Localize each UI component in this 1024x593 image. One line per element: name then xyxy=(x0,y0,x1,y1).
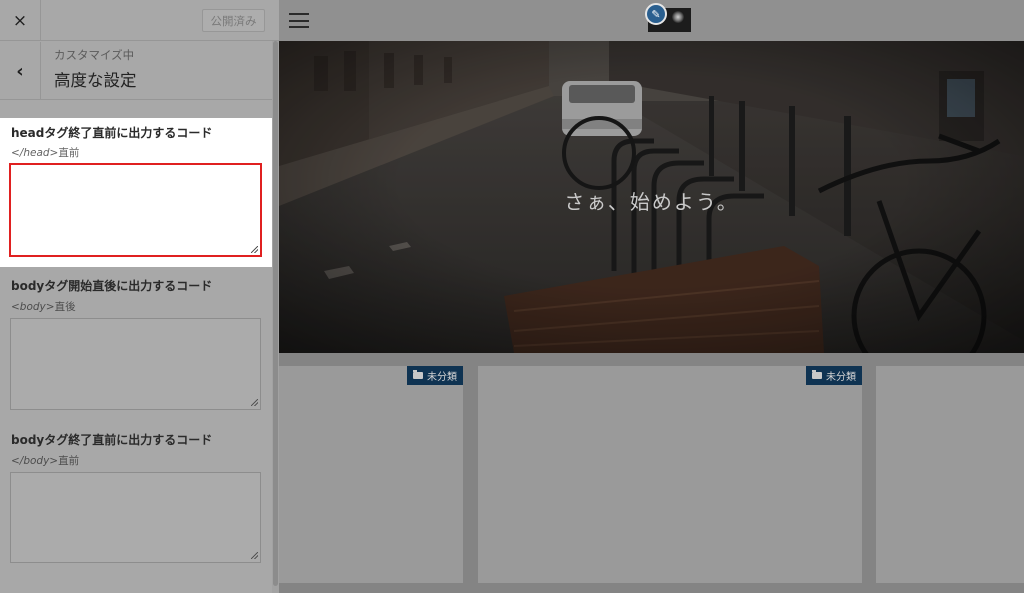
category-label: 未分類 xyxy=(826,372,856,383)
post-card[interactable] xyxy=(876,366,1024,583)
chevron-left-icon: ‹ xyxy=(16,60,24,82)
close-icon: × xyxy=(12,10,28,31)
sidebar-scrollbar[interactable] xyxy=(272,41,279,593)
site-header: ✎ xyxy=(279,0,1024,41)
close-customizer-button[interactable]: × xyxy=(0,0,41,41)
field-suffix: 直前 xyxy=(58,147,80,159)
field-head-code: headタグ終了直前に出力するコード </head>直前 xyxy=(0,118,272,267)
customizer-topbar: × 公開済み xyxy=(0,0,279,41)
post-card[interactable]: 未分類 xyxy=(279,366,463,583)
field-description: <body>直後 xyxy=(11,299,76,314)
field-tag: </body> xyxy=(11,455,59,467)
head-code-textarea[interactable] xyxy=(9,163,262,257)
section-header: ‹ カスタマイズ中 高度な設定 xyxy=(0,42,279,100)
resize-grip-icon[interactable] xyxy=(251,246,258,253)
menu-icon[interactable] xyxy=(289,13,309,28)
category-label: 未分類 xyxy=(427,372,457,383)
field-label: headタグ終了直前に出力するコード xyxy=(11,126,213,140)
site-preview: ✎ さぁ、始めよう。 未分類 未分類 xyxy=(279,0,1024,593)
field-body-open-code: bodyタグ開始直後に出力するコード <body>直後 xyxy=(0,270,272,415)
folder-icon xyxy=(413,370,423,379)
back-button[interactable]: ‹ xyxy=(0,42,41,100)
field-description: </body>直前 xyxy=(11,453,79,468)
pencil-icon[interactable]: ✎ xyxy=(645,3,667,25)
field-tag: </head> xyxy=(11,147,59,159)
body-open-code-textarea[interactable] xyxy=(10,318,261,410)
publish-button[interactable]: 公開済み xyxy=(202,9,265,32)
field-tag: <body> xyxy=(11,301,55,313)
body-close-code-textarea[interactable] xyxy=(10,472,261,563)
hero-text: さぁ、始めよう。 xyxy=(564,190,739,214)
field-label: bodyタグ終了直前に出力するコード xyxy=(11,433,213,447)
field-label: bodyタグ開始直後に出力するコード xyxy=(11,279,213,293)
hero-image: さぁ、始めよう。 xyxy=(279,41,1024,353)
field-suffix: 直後 xyxy=(54,301,76,313)
category-badge[interactable]: 未分類 xyxy=(407,366,463,385)
breadcrumb: カスタマイズ中 xyxy=(54,48,135,62)
field-description: </head>直前 xyxy=(11,145,79,160)
section-title: 高度な設定 xyxy=(54,71,137,90)
field-body-close-code: bodyタグ終了直前に出力するコード </body>直前 xyxy=(0,424,272,574)
resize-grip-icon[interactable] xyxy=(251,399,258,406)
folder-icon xyxy=(812,370,822,379)
sidebar-scrollbar-thumb[interactable] xyxy=(273,41,278,586)
post-card[interactable]: 未分類 xyxy=(478,366,862,583)
field-suffix: 直前 xyxy=(58,455,80,467)
resize-grip-icon[interactable] xyxy=(251,552,258,559)
customizer-sidebar: × 公開済み ‹ カスタマイズ中 高度な設定 headタグ終了直前に出力するコー… xyxy=(0,0,279,593)
category-badge[interactable]: 未分類 xyxy=(806,366,862,385)
